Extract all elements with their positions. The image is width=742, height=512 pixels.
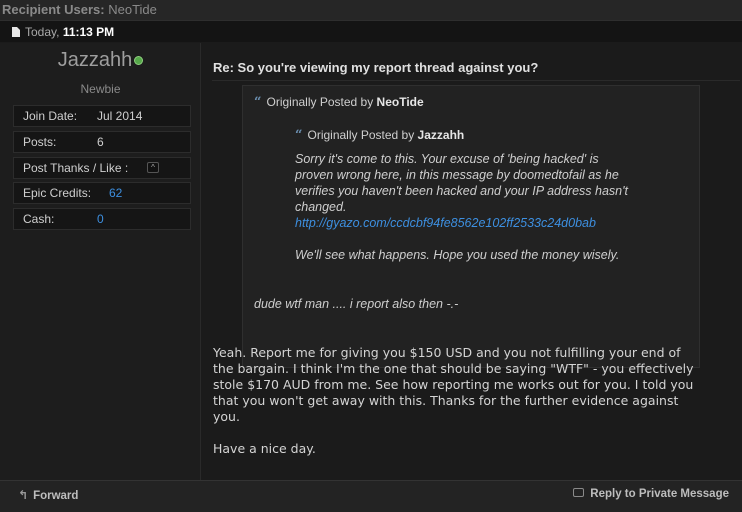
user-title: Newbie bbox=[80, 82, 121, 96]
message-line: stole $170 AUD from me. See how reportin… bbox=[213, 377, 694, 392]
message-line: Yeah. Report me for giving you $150 USD … bbox=[213, 345, 681, 360]
message-line: Have a nice day. bbox=[213, 441, 316, 456]
reply-label: Reply to Private Message bbox=[590, 488, 729, 500]
online-status-icon bbox=[134, 56, 144, 65]
outer-quote-header: “ Originally Posted by NeoTide bbox=[254, 95, 424, 110]
post-date-day: Today, bbox=[25, 25, 60, 39]
forward-arrow-icon: ↰ bbox=[18, 488, 29, 502]
outer-quote-box: “ Originally Posted by NeoTide “ Originall… bbox=[242, 85, 700, 368]
outer-quote-reply: dude wtf man .... i report also then -.- bbox=[254, 297, 459, 311]
post-date-time: 11:13 PM bbox=[62, 25, 115, 39]
forward-button[interactable]: ↰ Forward bbox=[18, 488, 78, 502]
nested-quote-line: Sorry it's come to this. Your excuse of … bbox=[295, 152, 599, 166]
message-line: the bargain. I think I'm the one that sh… bbox=[213, 361, 694, 376]
gyazo-link[interactable]: http://gyazo.com/ccdcbf94fe8562e102ff253… bbox=[295, 216, 596, 230]
nested-quote-header: “ Originally Posted by Jazzahh bbox=[295, 128, 464, 143]
recipients-value[interactable]: NeoTide bbox=[108, 2, 157, 17]
posts-row: Posts: 6 bbox=[13, 131, 191, 153]
recipients-bar: Recipient Users: NeoTide bbox=[0, 0, 742, 20]
posts-value: 6 bbox=[97, 135, 104, 149]
cash-value[interactable]: 0 bbox=[97, 209, 104, 229]
message-line: you. bbox=[213, 409, 240, 424]
cash-label: Cash: bbox=[23, 212, 55, 226]
nested-quote-prefix: Originally Posted by bbox=[307, 128, 415, 142]
outer-quote-prefix: Originally Posted by bbox=[266, 95, 374, 109]
nested-quote-author[interactable]: Jazzahh bbox=[418, 128, 465, 142]
outer-quote-author[interactable]: NeoTide bbox=[377, 95, 424, 109]
post-date-bar: Today, 11:13 PM bbox=[0, 20, 742, 42]
nested-quote-line: verifies you haven't been hacked and you… bbox=[295, 184, 628, 198]
username: Jazzahh bbox=[0, 49, 201, 72]
title-divider bbox=[212, 80, 740, 81]
join-date-label: Join Date: bbox=[23, 109, 78, 123]
username-link[interactable]: Jazzahh bbox=[58, 49, 133, 71]
epic-credits-row: Epic Credits: 62 bbox=[13, 182, 191, 204]
quote-icon: “ bbox=[254, 95, 262, 110]
nested-quote-line: changed. bbox=[295, 200, 347, 214]
message-line: that you won't get away with this. Thank… bbox=[213, 393, 679, 408]
nested-quote-closing: We'll see what happens. Hope you used th… bbox=[295, 248, 620, 262]
post-content-pane: Re: So you're viewing my report thread a… bbox=[202, 43, 742, 480]
join-date-row: Join Date: Jul 2014 bbox=[13, 105, 191, 127]
forward-label: Forward bbox=[33, 490, 79, 502]
speech-bubble-icon bbox=[573, 488, 585, 497]
post-thanks-row: Post Thanks / Like : ^ bbox=[13, 157, 191, 179]
posts-label: Posts: bbox=[23, 135, 57, 149]
quote-icon: “ bbox=[295, 128, 303, 143]
cash-row: Cash: 0 bbox=[13, 208, 191, 230]
epic-credits-label: Epic Credits: bbox=[23, 186, 92, 200]
epic-credits-value[interactable]: 62 bbox=[109, 183, 122, 203]
nested-quote-line: proven wrong here, in this message by do… bbox=[295, 168, 619, 182]
expand-toggle-icon[interactable]: ^ bbox=[147, 162, 159, 173]
reply-private-message-button[interactable]: Reply to Private Message bbox=[573, 488, 729, 500]
post-footer-bar: ↰ Forward Reply to Private Message bbox=[0, 480, 742, 512]
document-icon bbox=[12, 27, 20, 37]
user-info-pane: Jazzahh Newbie Join Date: Jul 2014 Posts… bbox=[0, 43, 201, 480]
post-message: Yeah. Report me for giving you $150 USD … bbox=[213, 345, 733, 457]
post-title: Re: So you're viewing my report thread a… bbox=[213, 60, 539, 75]
message-line bbox=[213, 425, 733, 441]
join-date-value: Jul 2014 bbox=[97, 109, 143, 123]
nested-quote-link-row: http://gyazo.com/ccdcbf94fe8562e102ff253… bbox=[295, 215, 596, 231]
recipients-label: Recipient Users: bbox=[2, 2, 105, 17]
post-thanks-label: Post Thanks / Like : bbox=[23, 161, 129, 175]
